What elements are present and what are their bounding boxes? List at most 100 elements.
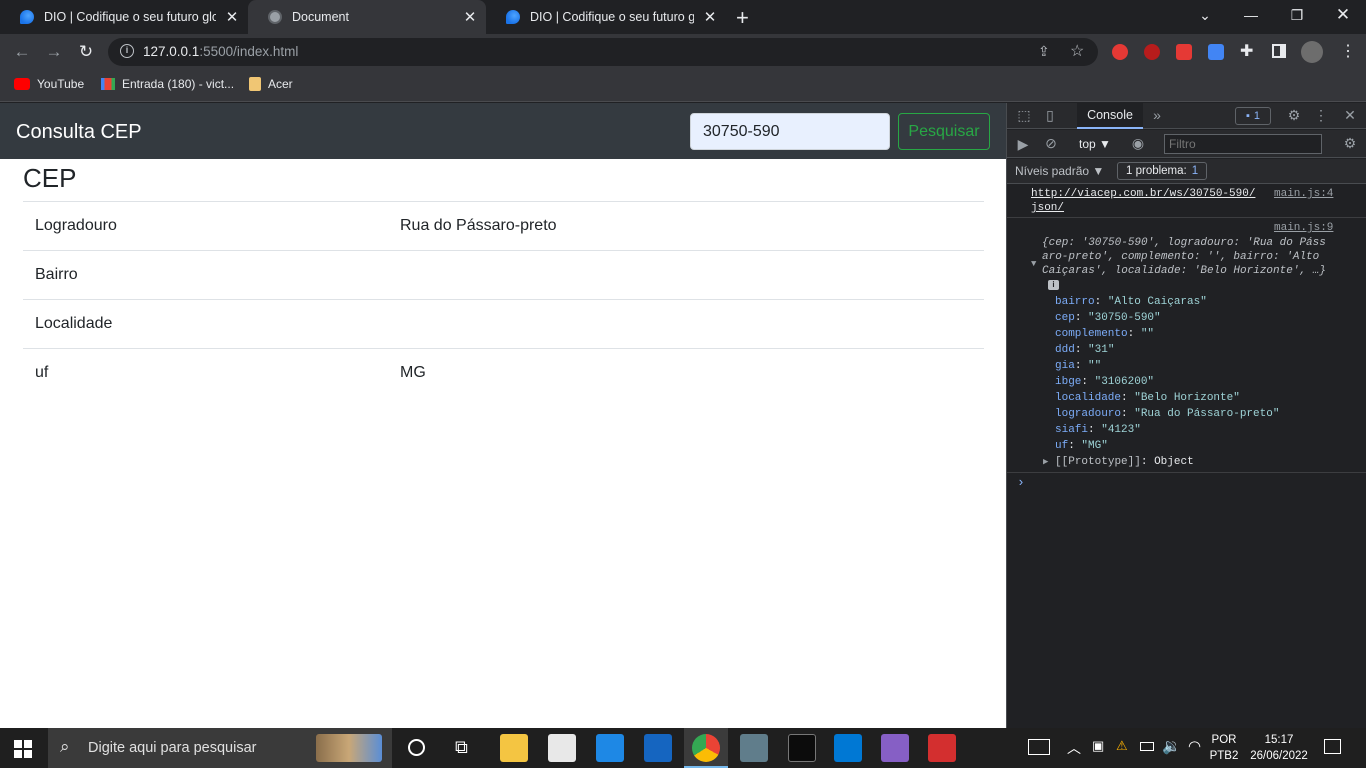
windows-start-icon[interactable]	[14, 740, 32, 758]
terminal-icon[interactable]	[788, 734, 816, 762]
mail-icon[interactable]	[596, 734, 624, 762]
log-levels-dropdown[interactable]: Níveis padrão ▼	[1015, 164, 1104, 178]
table-row: Logradouro Rua do Pássaro-preto	[23, 201, 984, 251]
clear-console-icon[interactable]: ⊘	[1043, 135, 1059, 152]
cortana-icon[interactable]	[408, 739, 425, 756]
show-hidden-icons-chevron[interactable]: ︿	[1067, 738, 1081, 758]
extension-translate-icon[interactable]	[1208, 44, 1224, 60]
notifications-icon[interactable]	[1324, 739, 1341, 754]
cep-search-input[interactable]	[690, 113, 890, 150]
bookmark-acer[interactable]: Acer	[249, 77, 293, 91]
prototype-row[interactable]: ▶ [[Prototype]]: Object	[1043, 456, 1194, 468]
tab-search-chevron-icon[interactable]: ⌄	[1182, 0, 1228, 30]
minimize-icon[interactable]: —	[1228, 0, 1274, 30]
property-row: ddd: "31"	[1055, 344, 1115, 356]
tab-console[interactable]: Console	[1077, 103, 1143, 129]
close-tab-icon[interactable]: ✕	[462, 8, 478, 26]
context-selector[interactable]: top ▼	[1079, 137, 1111, 151]
extension-fastforward-icon[interactable]	[1176, 44, 1192, 60]
microsoft-store-icon[interactable]	[548, 734, 576, 762]
close-tab-icon[interactable]: ✕	[224, 8, 240, 26]
log-url-link-cont[interactable]: json/	[1031, 202, 1064, 214]
file-explorer-icon[interactable]	[500, 734, 528, 762]
restore-icon[interactable]: ❐	[1274, 0, 1320, 30]
result-title: CEP	[23, 163, 77, 193]
property-value: "3106200"	[1094, 376, 1155, 388]
browser-tab-document[interactable]: Document ✕	[248, 0, 486, 34]
chrome-icon[interactable]	[692, 734, 720, 762]
info-i-icon[interactable]: i	[1048, 280, 1059, 290]
log-divider	[1007, 472, 1366, 473]
bookmark-star-icon[interactable]: ☆	[1070, 41, 1084, 61]
powershell-icon[interactable]	[644, 734, 672, 762]
source-link[interactable]: main.js:4	[1274, 188, 1333, 200]
menu-dots-icon[interactable]: ⋮	[1340, 41, 1356, 61]
side-panel-icon[interactable]	[1272, 44, 1286, 58]
browser-tab-dio-1[interactable]: DIO | Codifique o seu futuro glob ✕	[0, 0, 248, 34]
reload-icon[interactable]: ↻	[72, 38, 100, 66]
console-settings-gear-icon[interactable]: ⚙	[1341, 135, 1359, 152]
close-tab-icon[interactable]: ✕	[702, 8, 718, 26]
property-row: gia: ""	[1055, 360, 1102, 372]
touch-keyboard-icon[interactable]	[1028, 739, 1050, 755]
object-preview-line[interactable]: {cep: '30750-590', logradouro: 'Rua do P…	[1042, 237, 1326, 249]
bookmark-label: YouTube	[37, 77, 85, 91]
console-filter-input[interactable]	[1164, 134, 1322, 154]
task-view-icon[interactable]: ⧉	[455, 737, 468, 758]
settings-gear-icon[interactable]: ⚙	[1285, 107, 1303, 124]
camera-icon[interactable]: ▣	[1092, 738, 1104, 754]
live-expression-eye-icon[interactable]: ◉	[1129, 135, 1147, 152]
object-preview-line[interactable]: aro-preto', complemento: '', bairro: 'Al…	[1042, 251, 1319, 263]
wps-office-icon[interactable]	[928, 734, 956, 762]
sidebar-toggle-icon[interactable]: ▶	[1015, 136, 1031, 153]
more-tabs-chevron-icon[interactable]: »	[1149, 107, 1165, 123]
close-devtools-icon[interactable]: ✕	[1341, 107, 1359, 124]
search-button[interactable]: Pesquisar	[898, 113, 990, 150]
device-toolbar-icon[interactable]: ▯	[1041, 107, 1059, 124]
inspect-element-icon[interactable]: ⬚	[1015, 107, 1033, 124]
source-link[interactable]: main.js:9	[1274, 222, 1333, 234]
devtools-menu-icon[interactable]: ⋮	[1313, 107, 1329, 124]
browser-tab-dio-2[interactable]: DIO | Codifique o seu futuro glob ✕	[486, 0, 726, 34]
extension-ld-icon[interactable]	[1144, 44, 1160, 60]
expand-triangle-icon[interactable]: ▼	[1031, 259, 1036, 269]
property-value: "4123"	[1101, 424, 1141, 436]
taskbar-search[interactable]: ⌕ Digite aqui para pesquisar	[48, 728, 392, 768]
taskbar-clock[interactable]: 15:17 26/06/2022	[1250, 732, 1308, 764]
forward-arrow-icon[interactable]: →	[40, 38, 68, 66]
property-key: siafi	[1055, 424, 1089, 436]
console-prompt-chevron-icon[interactable]: ›	[1017, 475, 1025, 490]
windows-taskbar: ⌕ Digite aqui para pesquisar ⧉ ︿ ▣ ⚠ 🔉 ◠…	[0, 728, 1366, 768]
site-info-icon[interactable]: i	[120, 44, 134, 58]
control-panel-icon[interactable]	[740, 734, 768, 762]
input-language-indicator[interactable]: POR PTB2	[1208, 732, 1240, 764]
row-value: Rua do Pássaro-preto	[388, 201, 984, 251]
bookmark-gmail[interactable]: Entrada (180) - vict...	[101, 77, 234, 91]
volume-icon[interactable]: 🔉	[1162, 737, 1181, 755]
object-preview-line[interactable]: Caiçaras', localidade: 'Belo Horizonte',…	[1042, 265, 1326, 277]
navbar-brand[interactable]: Consulta CEP	[16, 121, 142, 144]
vscode-icon[interactable]	[834, 734, 862, 762]
profile-avatar[interactable]	[1301, 41, 1323, 63]
tab-strip: DIO | Codifique o seu futuro glob ✕ Docu…	[0, 0, 1366, 34]
new-tab-button[interactable]: +	[736, 5, 749, 31]
share-icon[interactable]: ⇪	[1038, 43, 1050, 60]
warning-icon[interactable]: ⚠	[1116, 738, 1128, 754]
expand-triangle-icon[interactable]: ▶	[1043, 457, 1048, 467]
battery-icon[interactable]	[1140, 742, 1154, 751]
issues-badge[interactable]: ▪ 1	[1235, 107, 1271, 125]
devtools-tabbar: ⬚ ▯ Console » ▪ 1 ⚙ ⋮ ✕	[1007, 103, 1366, 129]
log-url-link[interactable]: http://viacep.com.br/ws/30750-590/	[1031, 188, 1255, 200]
wifi-icon[interactable]: ◠	[1188, 737, 1201, 755]
visual-studio-icon[interactable]	[881, 734, 909, 762]
extension-red-hand-icon[interactable]	[1112, 44, 1128, 60]
youtube-icon	[14, 78, 30, 90]
problems-button[interactable]: 1 problema: 1	[1117, 162, 1208, 180]
bookmarks-bar: YouTube Entrada (180) - vict... Acer	[0, 70, 1366, 102]
extensions-puzzle-icon[interactable]: ✚	[1240, 41, 1253, 61]
address-bar[interactable]: i 127.0.0.1:5500/index.html ⇪ ☆	[108, 38, 1098, 66]
back-arrow-icon[interactable]: ←	[8, 38, 36, 66]
bookmark-youtube[interactable]: YouTube	[14, 77, 84, 91]
close-window-icon[interactable]: ✕	[1320, 0, 1366, 30]
property-value: "Belo Horizonte"	[1134, 392, 1240, 404]
